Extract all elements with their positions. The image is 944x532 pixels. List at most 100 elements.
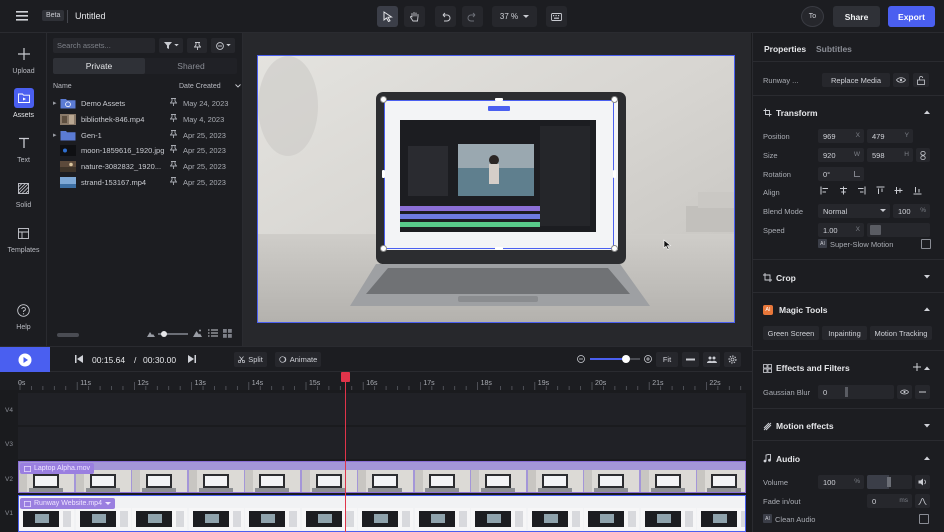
resize-handle-bottom[interactable] — [495, 247, 503, 250]
column-header-name[interactable]: Name — [53, 83, 72, 90]
hand-tool-button[interactable] — [404, 6, 425, 27]
project-title[interactable]: Untitled — [75, 11, 106, 21]
collapse-chevron-icon[interactable] — [924, 456, 930, 460]
tab-properties[interactable]: Properties — [764, 44, 806, 54]
speed-slider-handle[interactable] — [870, 225, 881, 235]
pin-filter-button[interactable] — [187, 38, 207, 53]
pin-icon[interactable] — [170, 98, 177, 106]
zoom-in-icon[interactable] — [644, 355, 652, 363]
keyboard-shortcuts-button[interactable] — [546, 6, 567, 27]
asset-row[interactable]: bibliothek-846.mp4 May 4, 2023 — [47, 112, 243, 128]
collapse-chevron-icon[interactable] — [924, 110, 930, 114]
mute-button[interactable] — [915, 475, 930, 489]
pin-icon[interactable] — [170, 145, 177, 154]
sort-chevron-icon[interactable] — [235, 84, 241, 88]
pin-icon[interactable] — [170, 161, 177, 170]
replace-media-button[interactable]: Replace Media — [822, 73, 890, 87]
blur-visibility-button[interactable] — [897, 385, 912, 399]
expand-caret-icon[interactable]: ▸ — [53, 131, 57, 139]
aspect-lock-button[interactable] — [916, 148, 930, 162]
green-screen-button[interactable]: Green Screen — [763, 326, 819, 340]
expand-chevron-icon[interactable] — [924, 424, 930, 428]
motion-tracking-button[interactable]: Motion Tracking — [870, 326, 932, 340]
collapse-chevron-icon[interactable] — [924, 307, 930, 311]
playhead-line[interactable] — [345, 372, 346, 532]
column-header-date[interactable]: Date Created — [179, 83, 221, 90]
list-view-icon[interactable] — [208, 329, 218, 337]
rail-item-assets[interactable]: Assets — [0, 88, 47, 119]
clip-laptop-alpha[interactable] — [18, 461, 746, 493]
speed-slider[interactable] — [867, 223, 930, 237]
position-x-input[interactable]: 969 X — [818, 129, 864, 143]
track-v4[interactable] — [18, 393, 746, 425]
asset-row[interactable]: strand-153167.mp4 Apr 25, 2023 — [47, 175, 243, 191]
pin-icon[interactable] — [170, 113, 177, 122]
rail-item-upload[interactable]: Upload — [0, 44, 47, 75]
asset-row[interactable]: ▸ Gen-1 Apr 25, 2023 — [47, 128, 243, 144]
zoom-dropdown[interactable]: 37 % — [492, 6, 537, 27]
resize-handle-bottom-left[interactable] — [380, 245, 387, 252]
rail-item-templates[interactable]: Templates — [0, 223, 47, 254]
super-slow-motion-checkbox[interactable] — [921, 239, 931, 249]
volume-slider-handle[interactable] — [887, 477, 891, 487]
size-height-input[interactable]: 598 H — [867, 148, 913, 162]
volume-slider[interactable] — [867, 475, 912, 489]
fit-button[interactable]: Fit — [656, 352, 678, 367]
skip-forward-icon[interactable] — [188, 355, 196, 363]
align-top-button[interactable] — [874, 184, 888, 198]
visibility-button[interactable] — [893, 73, 909, 87]
asset-row[interactable]: moon-1859616_1920.jpg Apr 25, 2023 — [47, 143, 243, 159]
share-button[interactable]: Share — [833, 6, 880, 27]
clean-audio-checkbox[interactable] — [919, 514, 929, 524]
split-button[interactable]: Split — [234, 352, 267, 367]
play-button[interactable] — [0, 347, 50, 372]
asset-row[interactable]: ▸ Demo Assets May 24, 2023 — [47, 96, 243, 112]
skip-back-icon[interactable] — [75, 355, 83, 363]
lock-button[interactable] — [913, 73, 929, 87]
tab-private[interactable]: Private — [53, 58, 145, 74]
add-effect-icon[interactable] — [913, 363, 921, 371]
clip-label-laptop-alpha[interactable]: Laptop Alpha.mov — [20, 463, 95, 474]
search-input[interactable]: Search assets... — [53, 38, 155, 53]
clip-runway-website[interactable] — [18, 495, 746, 532]
pin-icon[interactable] — [170, 177, 177, 185]
opacity-input[interactable]: 100% — [893, 204, 930, 218]
resize-handle-top-right[interactable] — [611, 96, 618, 103]
effects-filters-title[interactable]: Effects and Filters — [776, 363, 850, 373]
align-middle-button[interactable] — [892, 184, 906, 198]
gaussian-blur-handle[interactable] — [845, 387, 848, 397]
timeline-ruler[interactable]: 0s 11s 12s 13s 14s 15s 16s 17s 18s 19s 20s 21s 22s — [0, 372, 752, 390]
preview-canvas[interactable] — [257, 55, 735, 323]
tab-shared[interactable]: Shared — [145, 58, 237, 74]
rotation-input[interactable]: 0° — [818, 167, 864, 181]
select-tool-button[interactable] — [377, 6, 398, 27]
speed-input[interactable]: 1.00 X — [818, 223, 864, 237]
thumbnail-size-slider-handle[interactable] — [161, 331, 167, 337]
selection-bounding-box[interactable] — [384, 100, 614, 249]
zoom-out-icon[interactable] — [577, 355, 585, 363]
align-center-horizontal-button[interactable] — [837, 184, 851, 198]
animate-button[interactable]: Animate — [275, 352, 321, 367]
rail-item-help[interactable]: Help — [0, 300, 47, 331]
resize-handle-top[interactable] — [495, 98, 503, 101]
resize-handle-bottom-right[interactable] — [611, 245, 618, 252]
playhead-handle[interactable] — [341, 372, 350, 382]
align-right-button[interactable] — [855, 184, 869, 198]
timeline-zoom-handle[interactable] — [622, 355, 630, 363]
resize-handle-right[interactable] — [613, 170, 616, 178]
fade-input[interactable]: 0 ms — [867, 494, 912, 508]
inpainting-button[interactable]: Inpainting — [822, 326, 867, 340]
fade-curve-button[interactable] — [915, 494, 930, 508]
track-height-button[interactable] — [682, 352, 699, 367]
rail-item-solid[interactable]: Solid — [0, 178, 47, 209]
grid-view-icon[interactable] — [223, 329, 232, 338]
size-width-input[interactable]: 920 W — [818, 148, 864, 162]
expand-caret-icon[interactable]: ▸ — [53, 99, 57, 107]
resize-handle-top-left[interactable] — [380, 96, 387, 103]
motion-effects-title[interactable]: Motion effects — [776, 421, 834, 431]
undo-button[interactable] — [435, 6, 456, 27]
collapse-chevron-icon[interactable] — [924, 366, 930, 370]
redo-button[interactable] — [462, 6, 483, 27]
user-avatar[interactable]: To — [801, 6, 824, 27]
transform-title[interactable]: Transform — [776, 108, 818, 118]
